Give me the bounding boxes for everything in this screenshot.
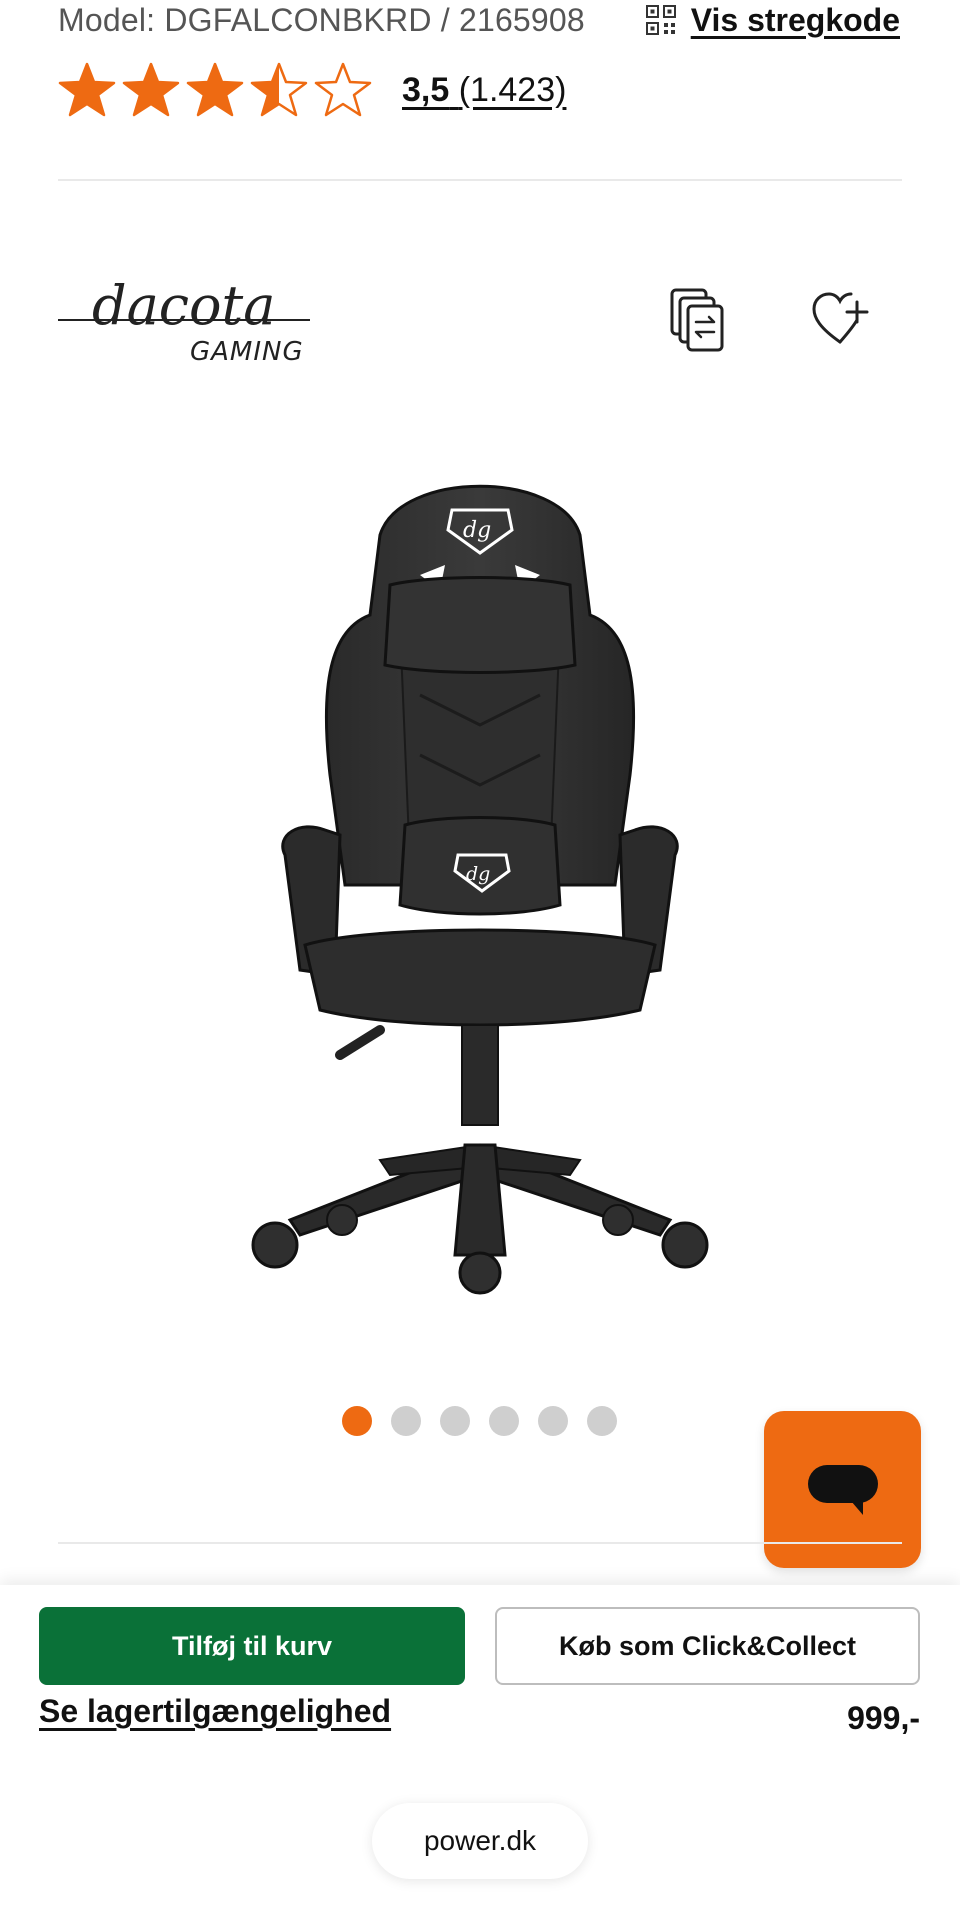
svg-text:dg: dg <box>463 518 491 543</box>
star-icon <box>314 62 372 117</box>
stock-availability-link[interactable]: Se lagertilgængelighed <box>39 1693 391 1730</box>
product-image[interactable]: dg dg <box>230 455 730 1295</box>
rating-row[interactable]: 3,5 (1.423) <box>58 62 566 118</box>
star-icon <box>122 62 180 117</box>
carousel-dot[interactable] <box>342 1406 372 1436</box>
brand-name: dacota <box>92 274 275 337</box>
star-rating <box>58 62 372 118</box>
rating-count: (1.423) <box>458 70 567 109</box>
carousel-dot[interactable] <box>538 1406 568 1436</box>
rating-link[interactable]: 3,5 (1.423) <box>402 71 566 110</box>
browser-url-pill[interactable]: power.dk <box>372 1803 588 1879</box>
heart-plus-icon[interactable] <box>810 290 870 350</box>
star-icon <box>58 62 116 117</box>
model-row: Model: DGFALCONBKRD / 2165908 Vis stregk… <box>58 0 900 40</box>
model-number: Model: DGFALCONBKRD / 2165908 <box>58 1 585 38</box>
carousel-dot[interactable] <box>440 1406 470 1436</box>
star-icon <box>186 62 244 117</box>
price: 999,- <box>847 1700 920 1736</box>
add-to-cart-button[interactable]: Tilføj til kurv <box>39 1607 465 1685</box>
qr-code-icon <box>645 5 676 35</box>
show-barcode-link[interactable]: Vis stregkode <box>645 2 900 39</box>
divider <box>58 1542 902 1544</box>
brand-row: dacota GAMING <box>58 270 900 370</box>
star-icon <box>250 62 308 117</box>
carousel-dot[interactable] <box>489 1406 519 1436</box>
click-collect-button[interactable]: Køb som Click&Collect <box>495 1607 920 1685</box>
carousel-dot[interactable] <box>587 1406 617 1436</box>
svg-text:dg: dg <box>466 863 490 885</box>
brand-sub: GAMING <box>190 337 304 364</box>
show-barcode-label[interactable]: Vis stregkode <box>691 2 900 39</box>
chat-icon <box>807 1464 878 1515</box>
chat-button[interactable] <box>764 1411 921 1568</box>
compare-icon[interactable] <box>668 288 728 352</box>
divider <box>58 179 902 181</box>
rating-value: 3,5 <box>402 70 450 109</box>
sticky-buy-bar: Tilføj til kurv Køb som Click&Collect Se… <box>0 1585 960 1914</box>
brand-logo[interactable]: dacota GAMING <box>58 272 310 364</box>
carousel-dot[interactable] <box>391 1406 421 1436</box>
carousel-dots <box>342 1406 617 1436</box>
